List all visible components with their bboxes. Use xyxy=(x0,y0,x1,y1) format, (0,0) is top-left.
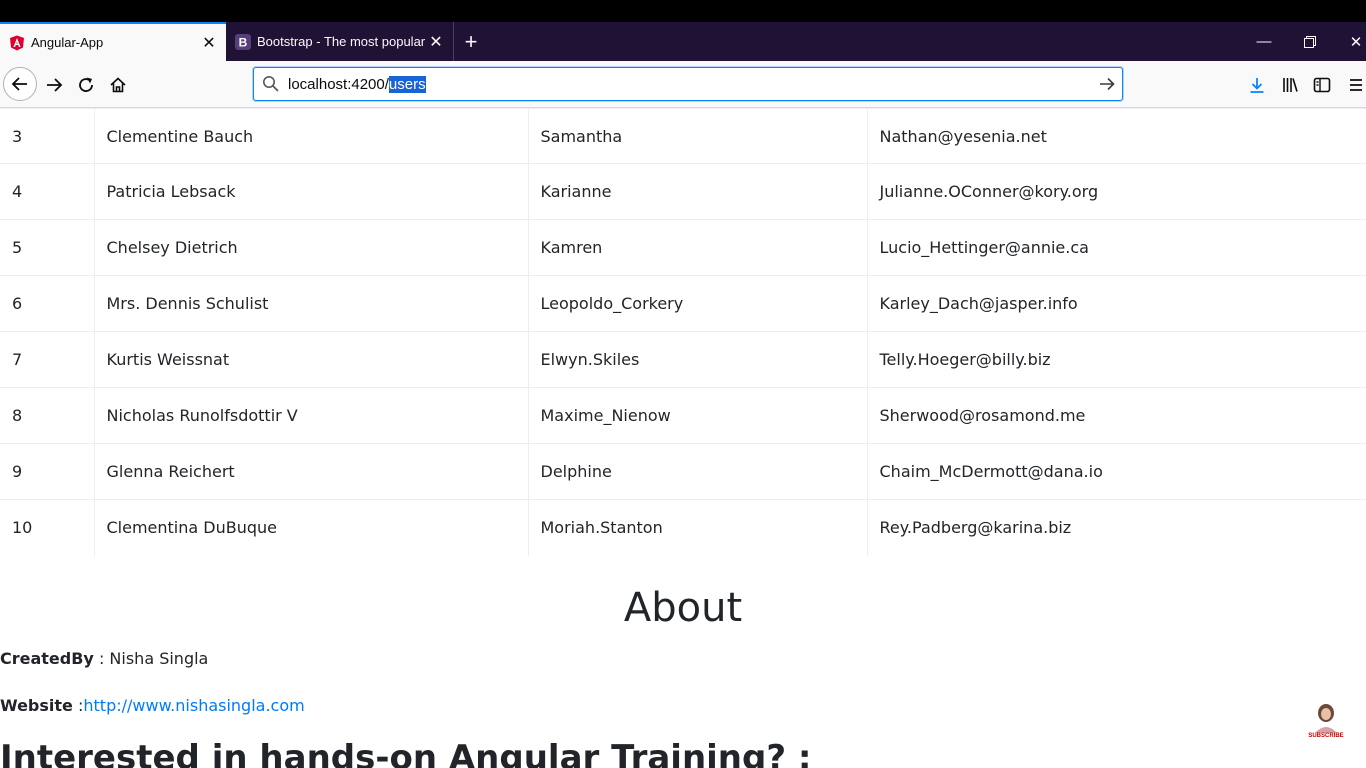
cell-id: 6 xyxy=(0,275,94,332)
cell-id: 5 xyxy=(0,219,94,276)
about-heading: About xyxy=(623,585,743,631)
cell-id: 4 xyxy=(0,163,94,220)
cell-email: Julianne.OConner@kory.org xyxy=(866,163,1366,220)
cell-username: Maxime_Nienow xyxy=(527,387,867,444)
url-host-path: localhost:4200/ xyxy=(288,75,389,93)
table-row: 7 Kurtis Weissnat Elwyn.Skiles Telly.Hoeger… xyxy=(0,331,1366,388)
svg-text:B: B xyxy=(239,35,248,49)
cell-name: Kurtis Weissnat xyxy=(93,331,528,388)
subscribe-badge[interactable]: SUBSCRIBE xyxy=(1307,699,1345,741)
cell-id: 3 xyxy=(0,108,94,164)
cell-id: 8 xyxy=(0,387,94,444)
screen-top-bar xyxy=(0,0,1366,22)
nav-toolbar: localhost:4200/users xyxy=(0,61,1366,108)
subscribe-text: SUBSCRIBE xyxy=(1308,733,1344,739)
new-tab-icon[interactable]: + xyxy=(458,22,484,61)
library-icon[interactable] xyxy=(1274,69,1306,101)
training-heading: Interested in hands-on Angular Training?… xyxy=(0,738,812,768)
bootstrap-icon: B xyxy=(235,33,251,50)
cell-username: Leopoldo_Corkery xyxy=(527,275,867,332)
website-line: Website :http://www.nishasingla.com xyxy=(0,696,305,715)
table-row: 8 Nicholas Runolfsdottir V Maxime_Nienow Sh… xyxy=(0,387,1366,444)
cell-username: Samantha xyxy=(527,108,867,164)
table-row: 6 Mrs. Dennis Schulist Leopoldo_Corkery Kar… xyxy=(0,275,1366,332)
cell-email: Nathan@yesenia.net xyxy=(866,108,1366,164)
website-label: Website xyxy=(0,696,73,715)
close-icon[interactable]: ✕ xyxy=(425,32,447,52)
close-icon[interactable]: ✕ xyxy=(198,33,220,53)
cell-email: Rey.Padberg@karina.biz xyxy=(866,499,1366,556)
tab-angular-app[interactable]: Angular-App ✕ xyxy=(0,22,226,61)
url-selected-text: users xyxy=(388,75,426,93)
back-icon[interactable] xyxy=(3,67,37,101)
tab-title: Bootstrap - The most popular H xyxy=(257,34,425,49)
table-row: 4 Patricia Lebsack Karianne Julianne.OConne… xyxy=(0,163,1366,220)
cell-name: Mrs. Dennis Schulist xyxy=(93,275,528,332)
table-row: 9 Glenna Reichert Delphine Chaim_McDermott@… xyxy=(0,443,1366,500)
cell-username: Moriah.Stanton xyxy=(527,499,867,556)
window-close-icon[interactable]: ✕ xyxy=(1333,22,1366,61)
website-link[interactable]: http://www.nishasingla.com xyxy=(83,696,304,715)
forward-icon[interactable] xyxy=(38,69,70,101)
cell-name: Nicholas Runolfsdottir V xyxy=(93,387,528,444)
tab-title: Angular-App xyxy=(31,35,104,50)
cell-username: Delphine xyxy=(527,443,867,500)
search-icon xyxy=(254,75,288,93)
download-icon[interactable] xyxy=(1241,69,1273,101)
minimize-icon[interactable]: — xyxy=(1241,22,1287,61)
users-table: 3 Clementine Bauch Samantha Nathan@yesenia.… xyxy=(0,108,1366,556)
url-text[interactable]: localhost:4200/users xyxy=(288,75,1092,93)
cell-email: Sherwood@rosamond.me xyxy=(866,387,1366,444)
angular-icon xyxy=(9,35,25,51)
menu-icon[interactable] xyxy=(1344,69,1366,101)
table-row: 10 Clementina DuBuque Moriah.Stanton Rey.Pa… xyxy=(0,499,1366,556)
cell-name: Chelsey Dietrich xyxy=(93,219,528,276)
cell-name: Patricia Lebsack xyxy=(93,163,528,220)
page-content: 3 Clementine Bauch Samantha Nathan@yesenia.… xyxy=(0,108,1366,768)
cell-username: Elwyn.Skiles xyxy=(527,331,867,388)
cell-email: Chaim_McDermott@dana.io xyxy=(866,443,1366,500)
cell-username: Karianne xyxy=(527,163,867,220)
website-separator: : xyxy=(72,696,84,715)
cell-id: 10 xyxy=(0,499,94,556)
cell-email: Telly.Hoeger@billy.biz xyxy=(866,331,1366,388)
restore-icon[interactable] xyxy=(1287,22,1333,61)
table-row: 3 Clementine Bauch Samantha Nathan@yesenia.… xyxy=(0,108,1366,164)
cell-name: Clementine Bauch xyxy=(93,108,528,164)
created-by-label: CreatedBy xyxy=(0,649,94,668)
reload-icon[interactable] xyxy=(70,69,102,101)
cell-email: Karley_Dach@jasper.info xyxy=(866,275,1366,332)
table-row: 5 Chelsey Dietrich Kamren Lucio_Hettinger@a… xyxy=(0,219,1366,276)
tab-bootstrap[interactable]: B Bootstrap - The most popular H ✕ xyxy=(226,22,454,61)
cell-username: Kamren xyxy=(527,219,867,276)
url-bar[interactable]: localhost:4200/users xyxy=(253,67,1123,101)
cell-id: 9 xyxy=(0,443,94,500)
cell-id: 7 xyxy=(0,331,94,388)
tab-strip: Angular-App ✕ B Bootstrap - The most pop… xyxy=(0,22,1366,61)
home-icon[interactable] xyxy=(102,69,134,101)
sidebar-icon[interactable] xyxy=(1306,69,1338,101)
created-by-separator: : xyxy=(93,649,110,668)
created-by-line: CreatedBy : Nisha Singla xyxy=(0,649,208,668)
cell-name: Glenna Reichert xyxy=(93,443,528,500)
go-arrow-icon[interactable] xyxy=(1092,75,1122,93)
cell-name: Clementina DuBuque xyxy=(93,499,528,556)
cell-email: Lucio_Hettinger@annie.ca xyxy=(866,219,1366,276)
created-by-value: Nisha Singla xyxy=(109,649,209,668)
